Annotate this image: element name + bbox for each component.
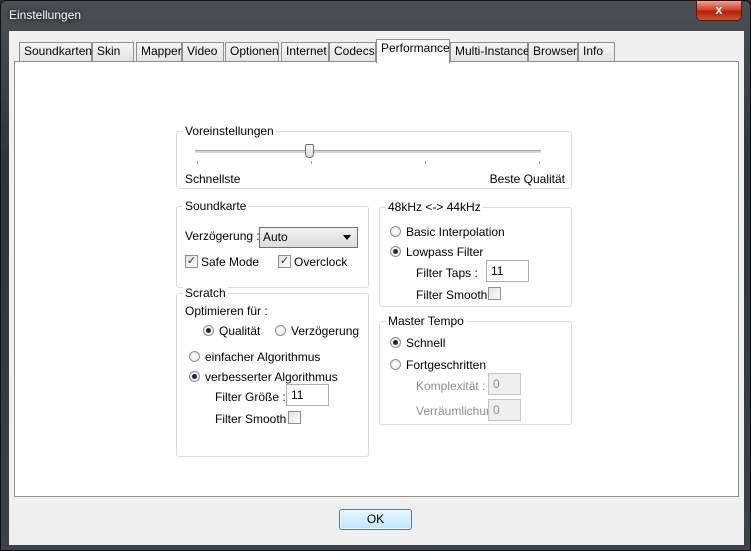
soundcard-group: Soundkarte Verzögerung : Auto ✓ Safe Mod… — [176, 199, 369, 288]
title-bar[interactable]: Einstellungen x — [1, 1, 750, 31]
dialog-client: Soundkarten Skin Mapper Video Optionen I… — [9, 31, 744, 545]
overclock-checkbox[interactable]: ✓ — [278, 255, 291, 268]
tab-mapper[interactable]: Mapper — [136, 42, 182, 61]
safe-mode-label: Safe Mode — [201, 255, 260, 269]
overclock-label: Overclock — [294, 255, 348, 269]
resample-filter-smooth-checkbox[interactable] — [488, 287, 501, 300]
tab-soundkarten[interactable]: Soundkarten — [19, 42, 92, 61]
slider-tick — [197, 161, 198, 164]
scratch-filter-smooth-label: Filter Smooth — [215, 412, 287, 426]
safe-mode-checkbox[interactable]: ✓ — [185, 255, 198, 268]
optimize-label: Optimieren für : — [185, 304, 268, 318]
filter-size-label: Filter Größe : — [215, 390, 286, 404]
resample-title: 48kHz <-> 44kHz — [386, 200, 483, 214]
presets-group: Voreinstellungen Schnellste Beste Qualit… — [176, 124, 572, 189]
resample-filter-smooth-label: Filter Smooth — [416, 288, 488, 302]
tab-multi-instance[interactable]: Multi-Instance — [450, 42, 530, 61]
basic-interpolation-radio[interactable] — [390, 226, 401, 237]
tab-info[interactable]: Info — [578, 42, 615, 61]
tab-internet[interactable]: Internet — [281, 42, 329, 61]
window-title: Einstellungen — [9, 8, 82, 22]
resample-group: 48kHz <-> 44kHz Basic Interpolation Lowp… — [379, 200, 572, 307]
complexity-label: Komplexität : — [416, 379, 486, 393]
spatial-label: Verräumlichung — [416, 404, 488, 418]
soundcard-title: Soundkarte — [183, 199, 249, 213]
scratch-title: Scratch — [183, 286, 228, 300]
scratch-filter-smooth-checkbox[interactable] — [288, 411, 301, 424]
ok-button[interactable]: OK — [339, 509, 412, 530]
master-tempo-group: Master Tempo Schnell Fortgeschritten Kom… — [379, 314, 572, 425]
filter-taps-label: Filter Taps : — [416, 266, 478, 280]
latency-label: Verzögerung : — [185, 229, 260, 243]
tempo-fast-label: Schnell — [406, 336, 446, 350]
simple-algorithm-radio[interactable] — [189, 351, 200, 362]
tempo-advanced-radio[interactable] — [390, 359, 401, 370]
optimize-latency-label: Verzögerung — [291, 324, 360, 338]
close-button[interactable]: x — [696, 1, 742, 21]
improved-algorithm-radio[interactable] — [189, 371, 200, 382]
tab-video[interactable]: Video — [182, 42, 224, 61]
latency-value: Auto — [263, 230, 288, 244]
latency-dropdown[interactable]: Auto — [259, 227, 358, 248]
presets-title: Voreinstellungen — [183, 124, 276, 138]
tab-optionen[interactable]: Optionen — [225, 42, 279, 61]
basic-interpolation-label: Basic Interpolation — [406, 225, 505, 239]
improved-algorithm-label: verbesserter Algorithmus — [205, 370, 338, 384]
preset-slider-track[interactable] — [195, 150, 541, 153]
lowpass-filter-label: Lowpass Filter — [406, 245, 484, 259]
optimize-latency-radio[interactable] — [275, 325, 286, 336]
tab-performance[interactable]: Performance — [376, 39, 450, 63]
filter-size-input[interactable]: 11 — [286, 384, 329, 406]
filter-taps-input[interactable]: 11 — [486, 260, 529, 282]
lowpass-filter-radio[interactable] — [390, 246, 401, 257]
chevron-down-icon — [343, 235, 351, 240]
simple-algorithm-label: einfacher Algorithmus — [205, 350, 321, 364]
spatial-input[interactable]: 0 — [488, 399, 521, 421]
tab-codecs[interactable]: Codecs — [329, 42, 376, 61]
master-tempo-title: Master Tempo — [386, 314, 466, 328]
slider-tick — [425, 161, 426, 164]
tab-skin[interactable]: Skin — [92, 42, 134, 61]
tempo-advanced-label: Fortgeschritten — [406, 358, 487, 372]
performance-panel: Voreinstellungen Schnellste Beste Qualit… — [14, 61, 739, 497]
complexity-input[interactable]: 0 — [488, 373, 521, 395]
slider-right-label: Beste Qualität — [489, 172, 565, 186]
optimize-quality-label: Qualität — [219, 324, 261, 338]
slider-tick — [539, 161, 540, 164]
tempo-fast-radio[interactable] — [390, 337, 401, 348]
preset-slider-thumb[interactable] — [305, 144, 315, 158]
optimize-quality-radio[interactable] — [203, 325, 214, 336]
settings-window: Einstellungen x Soundkarten Skin Mapper … — [0, 0, 751, 551]
tab-browser[interactable]: Browser — [528, 42, 578, 61]
slider-left-label: Schnellste — [185, 172, 241, 186]
slider-tick — [311, 161, 312, 164]
scratch-group: Scratch Optimieren für : Qualität Verzög… — [176, 286, 369, 457]
